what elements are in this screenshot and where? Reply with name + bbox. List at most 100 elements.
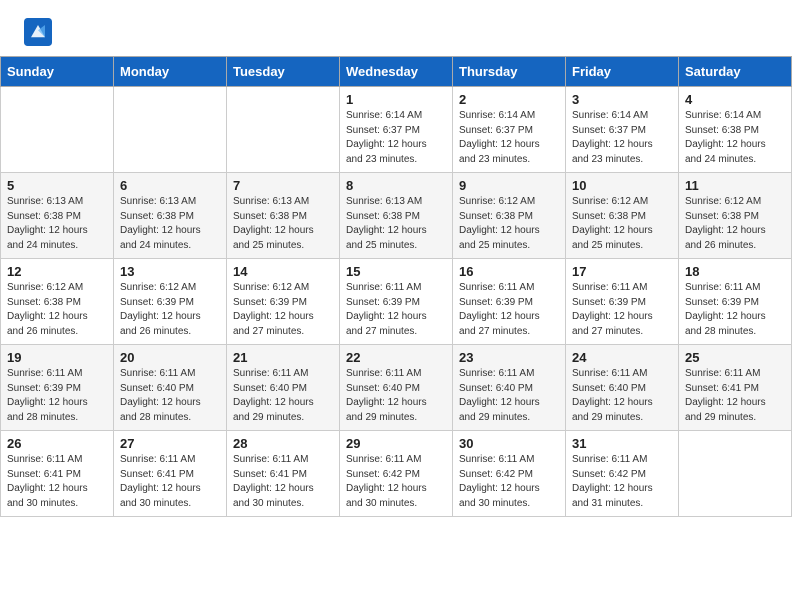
day-cell: 4 Sunrise: 6:14 AM Sunset: 6:38 PM Daylig… xyxy=(679,87,792,173)
logo xyxy=(24,18,54,46)
day-info: Sunrise: 6:12 AM Sunset: 6:39 PM Dayligh… xyxy=(233,281,333,339)
day-number: 4 xyxy=(685,92,785,107)
day-cell: 25 Sunrise: 6:11 AM Sunset: 6:41 PM Dayli… xyxy=(679,345,792,431)
day-number: 20 xyxy=(120,350,220,365)
day-number: 1 xyxy=(346,92,446,107)
day-cell: 24 Sunrise: 6:11 AM Sunset: 6:40 PM Dayli… xyxy=(566,345,679,431)
day-cell: 31 Sunrise: 6:11 AM Sunset: 6:42 PM Dayli… xyxy=(566,431,679,517)
day-headers-row: SundayMondayTuesdayWednesdayThursdayFrid… xyxy=(1,57,792,87)
logo-icon xyxy=(24,18,52,46)
day-info: Sunrise: 6:11 AM Sunset: 6:41 PM Dayligh… xyxy=(233,453,333,511)
col-header-friday: Friday xyxy=(566,57,679,87)
day-cell: 12 Sunrise: 6:12 AM Sunset: 6:38 PM Dayli… xyxy=(1,259,114,345)
day-number: 15 xyxy=(346,264,446,279)
day-number: 12 xyxy=(7,264,107,279)
day-cell: 5 Sunrise: 6:13 AM Sunset: 6:38 PM Daylig… xyxy=(1,173,114,259)
day-cell: 8 Sunrise: 6:13 AM Sunset: 6:38 PM Daylig… xyxy=(340,173,453,259)
week-row-1: 1 Sunrise: 6:14 AM Sunset: 6:37 PM Daylig… xyxy=(1,87,792,173)
day-info: Sunrise: 6:11 AM Sunset: 6:42 PM Dayligh… xyxy=(346,453,446,511)
day-cell: 18Sunrise: 6:11 AM Sunset: 6:39 PM Dayli… xyxy=(679,259,792,345)
day-cell: 10Sunrise: 6:12 AM Sunset: 6:38 PM Dayli… xyxy=(566,173,679,259)
day-info: Sunrise: 6:11 AM Sunset: 6:42 PM Dayligh… xyxy=(459,453,559,511)
day-number: 27 xyxy=(120,436,220,451)
day-info: Sunrise: 6:11 AM Sunset: 6:42 PM Dayligh… xyxy=(572,453,672,511)
day-info: Sunrise: 6:11 AM Sunset: 6:41 PM Dayligh… xyxy=(685,367,785,425)
day-cell: 17Sunrise: 6:11 AM Sunset: 6:39 PM Dayli… xyxy=(566,259,679,345)
day-number: 30 xyxy=(459,436,559,451)
day-cell: 3Sunrise: 6:14 AM Sunset: 6:37 PM Daylig… xyxy=(566,87,679,173)
day-info: Sunrise: 6:11 AM Sunset: 6:40 PM Dayligh… xyxy=(346,367,446,425)
day-cell: 11 Sunrise: 6:12 AM Sunset: 6:38 PM Dayli… xyxy=(679,173,792,259)
day-cell: 21 Sunrise: 6:11 AM Sunset: 6:40 PM Dayli… xyxy=(227,345,340,431)
day-info: Sunrise: 6:13 AM Sunset: 6:38 PM Dayligh… xyxy=(120,195,220,253)
day-cell: 6 Sunrise: 6:13 AM Sunset: 6:38 PM Daylig… xyxy=(114,173,227,259)
day-number: 31 xyxy=(572,436,672,451)
day-info: Sunrise: 6:11 AM Sunset: 6:39 PM Dayligh… xyxy=(459,281,559,339)
day-info: Sunrise: 6:11 AM Sunset: 6:41 PM Dayligh… xyxy=(120,453,220,511)
day-cell: 27 Sunrise: 6:11 AM Sunset: 6:41 PM Dayli… xyxy=(114,431,227,517)
day-number: 21 xyxy=(233,350,333,365)
day-cell: 1 Sunrise: 6:14 AM Sunset: 6:37 PM Daylig… xyxy=(340,87,453,173)
day-cell: 7 Sunrise: 6:13 AM Sunset: 6:38 PM Daylig… xyxy=(227,173,340,259)
day-info: Sunrise: 6:12 AM Sunset: 6:39 PM Dayligh… xyxy=(120,281,220,339)
day-number: 14 xyxy=(233,264,333,279)
day-info: Sunrise: 6:13 AM Sunset: 6:38 PM Dayligh… xyxy=(233,195,333,253)
day-number: 5 xyxy=(7,178,107,193)
day-number: 22 xyxy=(346,350,446,365)
col-header-tuesday: Tuesday xyxy=(227,57,340,87)
day-cell: 23Sunrise: 6:11 AM Sunset: 6:40 PM Dayli… xyxy=(453,345,566,431)
day-number: 29 xyxy=(346,436,446,451)
day-number: 13 xyxy=(120,264,220,279)
day-cell: 22 Sunrise: 6:11 AM Sunset: 6:40 PM Dayli… xyxy=(340,345,453,431)
day-info: Sunrise: 6:12 AM Sunset: 6:38 PM Dayligh… xyxy=(685,195,785,253)
day-info: Sunrise: 6:11 AM Sunset: 6:39 PM Dayligh… xyxy=(7,367,107,425)
day-number: 9 xyxy=(459,178,559,193)
day-cell: 13 Sunrise: 6:12 AM Sunset: 6:39 PM Dayli… xyxy=(114,259,227,345)
day-cell: 2 Sunrise: 6:14 AM Sunset: 6:37 PM Daylig… xyxy=(453,87,566,173)
day-cell: 28 Sunrise: 6:11 AM Sunset: 6:41 PM Dayli… xyxy=(227,431,340,517)
day-cell: 16 Sunrise: 6:11 AM Sunset: 6:39 PM Dayli… xyxy=(453,259,566,345)
day-info: Sunrise: 6:11 AM Sunset: 6:41 PM Dayligh… xyxy=(7,453,107,511)
day-number: 11 xyxy=(685,178,785,193)
day-number: 2 xyxy=(459,92,559,107)
col-header-monday: Monday xyxy=(114,57,227,87)
day-info: Sunrise: 6:14 AM Sunset: 6:37 PM Dayligh… xyxy=(459,109,559,167)
day-info: Sunrise: 6:11 AM Sunset: 6:40 PM Dayligh… xyxy=(572,367,672,425)
day-cell xyxy=(679,431,792,517)
day-cell: 26 Sunrise: 6:11 AM Sunset: 6:41 PM Dayli… xyxy=(1,431,114,517)
day-number: 3 xyxy=(572,92,672,107)
day-info: Sunrise: 6:12 AM Sunset: 6:38 PM Dayligh… xyxy=(572,195,672,253)
day-info: Sunrise: 6:14 AM Sunset: 6:38 PM Dayligh… xyxy=(685,109,785,167)
day-number: 23 xyxy=(459,350,559,365)
day-cell: 30 Sunrise: 6:11 AM Sunset: 6:42 PM Dayli… xyxy=(453,431,566,517)
day-number: 7 xyxy=(233,178,333,193)
day-info: Sunrise: 6:12 AM Sunset: 6:38 PM Dayligh… xyxy=(7,281,107,339)
day-number: 6 xyxy=(120,178,220,193)
week-row-5: 26 Sunrise: 6:11 AM Sunset: 6:41 PM Dayli… xyxy=(1,431,792,517)
day-number: 18 xyxy=(685,264,785,279)
col-header-wednesday: Wednesday xyxy=(340,57,453,87)
day-number: 17 xyxy=(572,264,672,279)
day-cell: 14 Sunrise: 6:12 AM Sunset: 6:39 PM Dayli… xyxy=(227,259,340,345)
week-row-3: 12 Sunrise: 6:12 AM Sunset: 6:38 PM Dayli… xyxy=(1,259,792,345)
week-row-2: 5 Sunrise: 6:13 AM Sunset: 6:38 PM Daylig… xyxy=(1,173,792,259)
day-cell: 9 Sunrise: 6:12 AM Sunset: 6:38 PM Daylig… xyxy=(453,173,566,259)
day-number: 8 xyxy=(346,178,446,193)
day-info: Sunrise: 6:12 AM Sunset: 6:38 PM Dayligh… xyxy=(459,195,559,253)
day-cell xyxy=(1,87,114,173)
day-number: 28 xyxy=(233,436,333,451)
day-number: 24 xyxy=(572,350,672,365)
day-number: 16 xyxy=(459,264,559,279)
day-info: Sunrise: 6:13 AM Sunset: 6:38 PM Dayligh… xyxy=(346,195,446,253)
day-number: 25 xyxy=(685,350,785,365)
day-number: 19 xyxy=(7,350,107,365)
col-header-sunday: Sunday xyxy=(1,57,114,87)
col-header-thursday: Thursday xyxy=(453,57,566,87)
day-info: Sunrise: 6:11 AM Sunset: 6:40 PM Dayligh… xyxy=(233,367,333,425)
day-info: Sunrise: 6:14 AM Sunset: 6:37 PM Dayligh… xyxy=(346,109,446,167)
day-cell: 20Sunrise: 6:11 AM Sunset: 6:40 PM Dayli… xyxy=(114,345,227,431)
day-info: Sunrise: 6:13 AM Sunset: 6:38 PM Dayligh… xyxy=(7,195,107,253)
header xyxy=(0,0,792,56)
day-number: 26 xyxy=(7,436,107,451)
day-cell xyxy=(227,87,340,173)
